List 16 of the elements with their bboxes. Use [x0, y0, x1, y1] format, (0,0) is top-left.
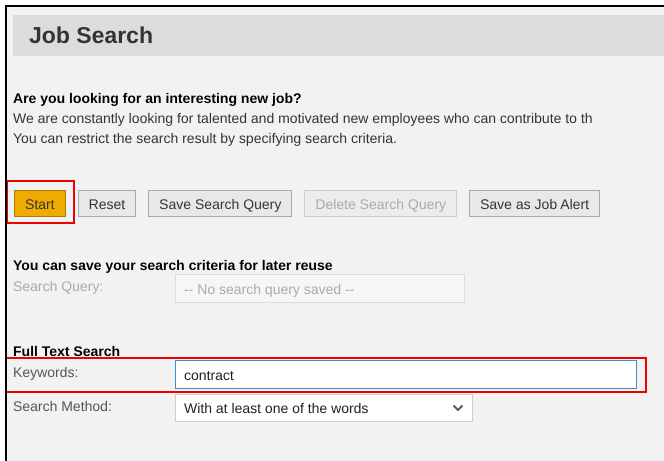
- start-button[interactable]: Start: [14, 190, 66, 217]
- field-label: Search Query:: [13, 277, 104, 295]
- section-heading: Full Text Search: [13, 343, 122, 360]
- section-heading: You can save your search criteria for later reuse: [13, 257, 334, 274]
- input-field[interactable]: contract: [175, 360, 637, 389]
- field-label: Search Method:: [13, 397, 113, 415]
- page-title: Job Search: [29, 22, 153, 49]
- action-button[interactable]: Reset: [78, 190, 136, 217]
- dropdown[interactable]: With at least one of the words: [175, 394, 473, 422]
- action-button[interactable]: Save as Job Alert: [469, 190, 600, 217]
- intro-text: You can restrict the search result by specifying search criteria.: [13, 129, 397, 148]
- intro-heading: Are you looking for an interesting new job?: [13, 89, 303, 108]
- chevron-icon: [452, 404, 464, 412]
- field-label: Keywords:: [13, 363, 80, 381]
- intro-text: We are constantly looking for talented and motivated new employees who can contribute to th: [13, 109, 593, 128]
- action-button[interactable]: Save Search Query: [148, 190, 292, 217]
